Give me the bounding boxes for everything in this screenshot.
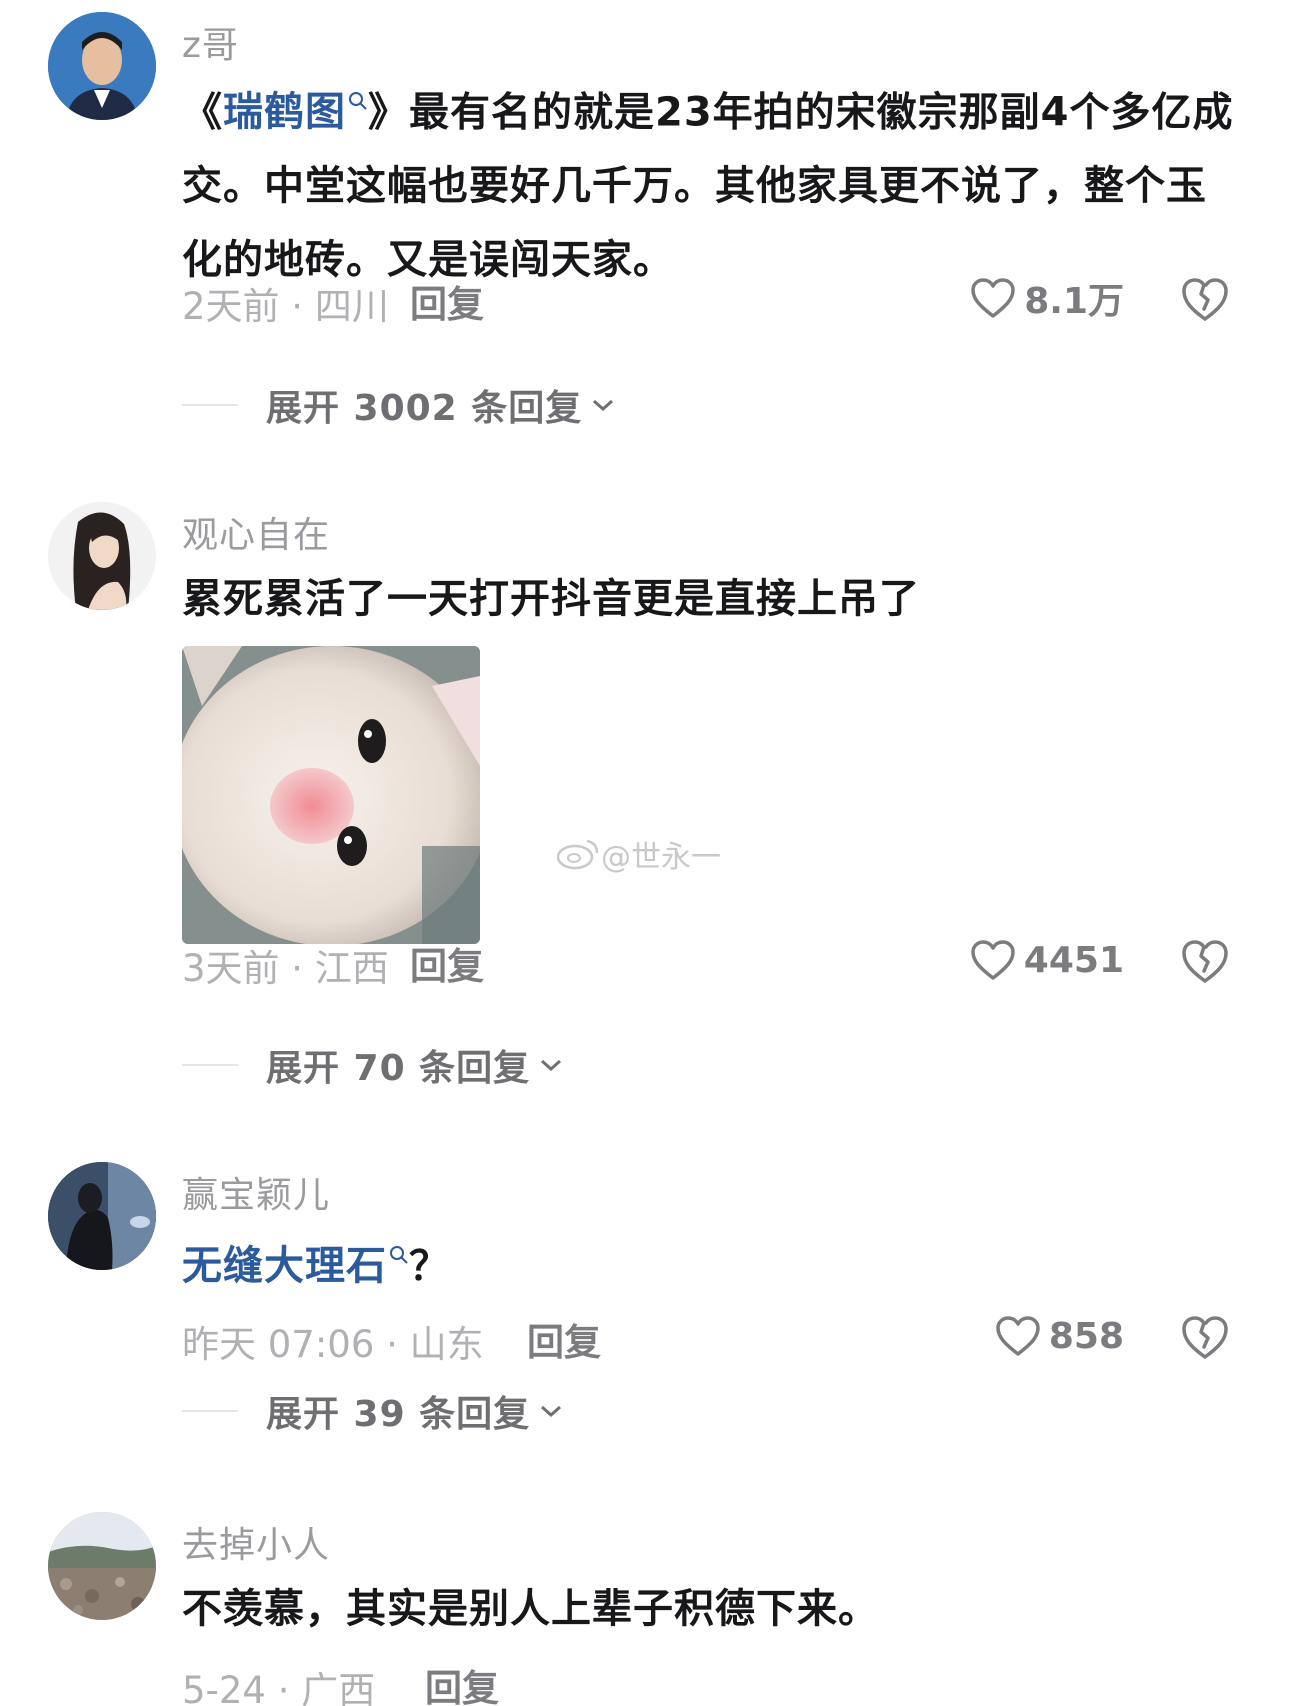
watermark-text: @世永一 — [601, 840, 721, 875]
cat-sticker-image[interactable] — [182, 646, 480, 944]
like-count: 8.1万 — [1024, 281, 1124, 322]
heart-icon — [971, 940, 1015, 980]
divider — [182, 404, 238, 406]
chevron-down-icon — [541, 1405, 562, 1418]
keyword-text[interactable]: 瑞鹤图 — [223, 89, 346, 135]
watermark: @世永一 — [555, 832, 721, 876]
time-location: 3天前 · 江西 — [182, 947, 389, 990]
reply-button[interactable]: 回复 — [410, 936, 484, 990]
comment-text: 无缝大理石 ？ — [182, 1222, 1242, 1303]
reply-button[interactable]: 回复 — [527, 1312, 601, 1366]
username[interactable]: 赢宝颖儿 — [182, 1166, 330, 1218]
like-button[interactable]: 4451 — [970, 930, 1124, 990]
like-count: 4451 — [1023, 939, 1124, 981]
chevron-down-icon — [593, 399, 614, 412]
username[interactable]: 去掉小人 — [182, 1516, 330, 1568]
comment-text: 累死累活了一天打开抖音更是直接上吊了 — [182, 576, 920, 622]
expand-replies-button[interactable]: 展开 39 条回复 — [182, 1386, 564, 1436]
comment-text: 《瑞鹤图 》最有名的就是23年拍的宋徽宗那副4个多亿成交。中堂这幅也要好几千万。… — [182, 68, 1242, 297]
keyword-text[interactable]: 无缝大理石 — [182, 1243, 387, 1289]
comment-meta: 昨天 07:06 · 山东 回复 858 — [182, 1306, 1252, 1366]
comment-text-part: 《 — [182, 89, 223, 136]
comment-meta: 3天前 · 江西 回复 4451 — [182, 930, 1252, 990]
search-keyword-link[interactable]: 无缝大理石 — [182, 1243, 409, 1289]
reply-button[interactable]: 回复 — [425, 1658, 499, 1706]
broken-heart-icon[interactable] — [1178, 1310, 1232, 1364]
comment-text: 不羡慕，其实是别人上辈子积德下来。 — [182, 1586, 879, 1632]
time-location: 昨天 07:06 · 山东 — [182, 1323, 484, 1366]
expand-replies-label[interactable]: 展开 70 条回复 — [266, 1039, 530, 1091]
expand-replies-button[interactable]: 展开 70 条回复 — [182, 1040, 564, 1090]
search-icon[interactable] — [348, 68, 368, 142]
time-location: 2天前 · 四川 — [182, 285, 389, 328]
search-icon[interactable] — [389, 1222, 409, 1296]
expand-replies-label[interactable]: 展开 39 条回复 — [266, 1385, 530, 1437]
divider — [182, 1064, 238, 1066]
username[interactable]: z哥 — [182, 16, 239, 68]
search-keyword-link[interactable]: 瑞鹤图 — [223, 89, 368, 135]
comment-text-part: ？ — [409, 1243, 450, 1290]
divider — [182, 1410, 238, 1412]
chevron-down-icon — [541, 1059, 562, 1072]
expand-replies-button[interactable]: 展开 3002 条回复 — [182, 380, 616, 430]
weibo-icon — [556, 839, 599, 870]
expand-replies-label[interactable]: 展开 3002 条回复 — [266, 379, 582, 431]
reply-button[interactable]: 回复 — [410, 274, 484, 328]
avatar[interactable] — [48, 12, 156, 120]
like-button[interactable]: 858 — [995, 1306, 1124, 1366]
avatar[interactable] — [48, 1512, 156, 1620]
time-location: 5-24 · 广西 — [182, 1669, 376, 1706]
heart-icon — [996, 1316, 1040, 1356]
avatar[interactable] — [48, 502, 156, 610]
broken-heart-icon[interactable] — [1178, 934, 1232, 988]
broken-heart-icon[interactable] — [1178, 272, 1232, 326]
avatar[interactable] — [48, 1162, 156, 1270]
like-button[interactable]: 8.1万 — [970, 268, 1124, 328]
username[interactable]: 观心自在 — [182, 506, 330, 558]
comment-meta: 2天前 · 四川 回复 8.1万 — [182, 268, 1252, 328]
heart-icon — [971, 278, 1015, 318]
like-count: 858 — [1048, 1315, 1124, 1357]
comment-meta: 5-24 · 广西 回复 — [182, 1652, 1252, 1706]
